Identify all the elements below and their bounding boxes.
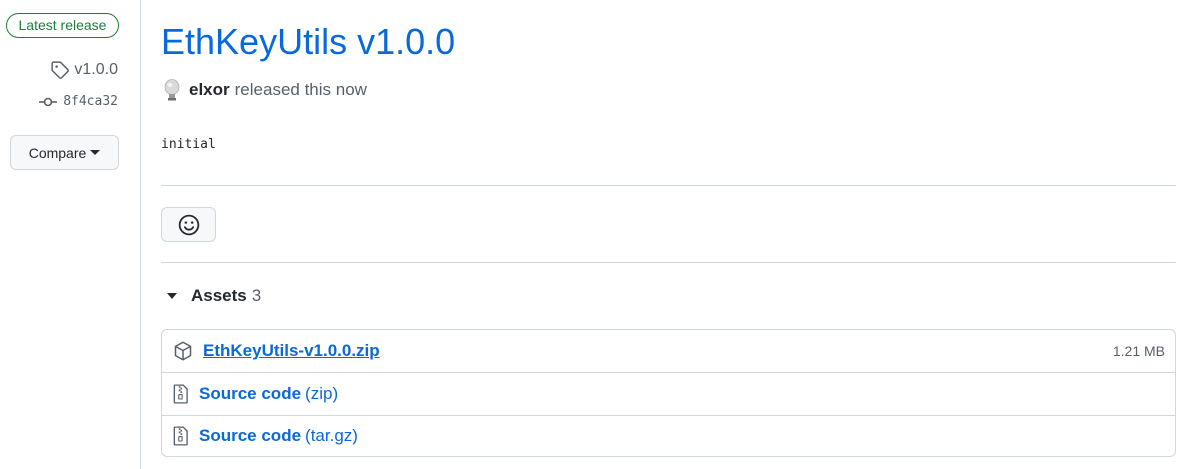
triangle-down-icon [167,293,177,299]
assets-label: Assets [191,286,247,305]
commit-sha: 8f4ca32 [63,94,118,109]
tag-icon [51,61,70,79]
assets-list: EthKeyUtils-v1.0.0.zip 1.21 MB Source co… [161,329,1176,457]
asset-row: EthKeyUtils-v1.0.0.zip 1.21 MB [162,330,1175,373]
release-notes: initial [161,137,216,152]
source-code-zip-ext[interactable]: (zip) [305,384,338,404]
release-main: EthKeyUtils v1.0.0 elxor released this n… [161,0,1176,469]
smiley-icon [178,214,199,235]
latest-release-badge: Latest release [6,13,119,38]
release-sidebar: Latest release v1.0.0 8f4ca32 Compare [0,0,141,469]
assets-count: 3 [251,286,262,305]
compare-label: Compare [28,144,87,161]
chevron-down-icon [90,150,101,155]
source-code-targz-link[interactable]: Source code [199,426,301,446]
git-commit-icon [39,97,58,106]
package-icon [174,341,192,361]
source-code-zip-link[interactable]: Source code [199,384,301,404]
asset-row: Source code (tar.gz) [162,416,1175,456]
release-title[interactable]: EthKeyUtils v1.0.0 [161,20,455,64]
assets-toggle[interactable]: Assets 3 [167,286,261,306]
file-zip-icon [173,426,188,446]
author-name[interactable]: elxor [189,80,230,100]
source-code-targz-ext[interactable]: (tar.gz) [305,426,358,446]
divider [161,185,1176,186]
divider [161,262,1176,263]
file-zip-icon [173,384,188,404]
add-reaction-button[interactable] [161,207,216,242]
asset-row: Source code (zip) [162,373,1175,416]
avatar[interactable] [161,78,183,102]
released-text: released this now [234,80,367,99]
compare-button[interactable]: Compare [10,135,119,170]
asset-size: 1.21 MB [1112,343,1165,359]
tag-label: v1.0.0 [74,61,118,78]
tag-link[interactable]: v1.0.0 [51,61,118,79]
release-author-row: elxor released this now [161,78,367,102]
commit-link[interactable]: 8f4ca32 [39,94,118,109]
asset-download-link[interactable]: EthKeyUtils-v1.0.0.zip [203,341,380,361]
